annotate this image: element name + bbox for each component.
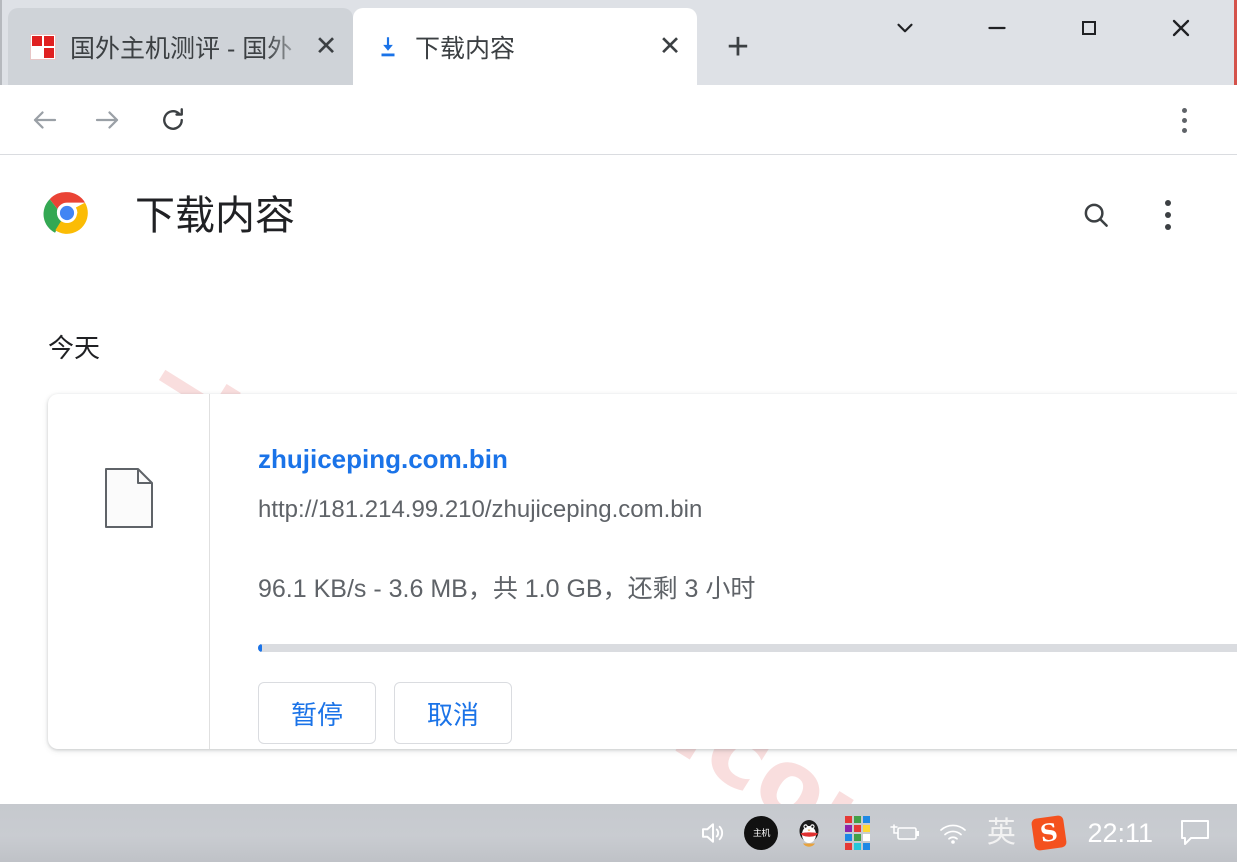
windows-taskbar: 主机 英 S 22:11 <box>0 804 1237 862</box>
battery-icon[interactable] <box>881 804 929 862</box>
color-grid-icon[interactable] <box>833 804 881 862</box>
download-progress-bar <box>258 644 1237 652</box>
downloads-page-header: 下载内容 <box>0 156 1237 266</box>
forward-arrow-icon[interactable] <box>84 97 130 143</box>
menu-dot <box>1165 200 1171 206</box>
zhuji-badge-label: 主机 <box>752 827 771 838</box>
download-progress-fill <box>258 644 262 652</box>
download-source-url: http://181.214.99.210/zhujiceping.com.bi… <box>258 496 703 523</box>
chrome-logo-icon <box>42 188 92 238</box>
menu-dot <box>1165 212 1171 218</box>
download-status-text: 96.1 KB/s - 3.6 MB，共 1.0 GB，还剩 3 小时 <box>258 575 756 603</box>
menu-dot <box>1181 117 1187 123</box>
back-arrow-icon[interactable] <box>22 97 68 143</box>
wifi-icon[interactable] <box>929 804 977 862</box>
maximize-icon[interactable] <box>1043 4 1135 52</box>
minimize-icon[interactable] <box>951 4 1043 52</box>
system-tray: 主机 英 S 22:11 <box>689 804 1237 862</box>
browser-window: 国外主机测评 - 国外 ✕ 下载内容 ✕ + 下载内容 今天 zhujicepi… <box>0 0 1237 862</box>
tab-downloads[interactable]: 下载内容 ✕ <box>353 8 697 85</box>
taskbar-clock[interactable]: 22:11 <box>1073 818 1171 849</box>
generic-file-icon <box>105 468 153 528</box>
pause-button[interactable]: 暂停 <box>258 682 376 744</box>
qq-penguin-icon[interactable] <box>785 804 833 862</box>
sogou-icon[interactable]: S <box>1025 804 1073 862</box>
download-file-name-link[interactable]: zhujiceping.com.bin <box>258 444 508 475</box>
ime-language-label: 英 <box>986 816 1016 849</box>
browser-toolbar: Chrome chrome://downloads <box>0 85 1237 230</box>
cancel-button[interactable]: 取消 <box>394 682 512 744</box>
tab-title-downloads: 下载内容 <box>415 34 516 63</box>
tab-close-downloads-button[interactable]: ✕ <box>653 30 687 64</box>
page-title: 下载内容 <box>135 194 295 238</box>
tab-title-site: 国外主机测评 - 国外 <box>70 34 293 63</box>
sogou-label: S <box>1038 816 1060 849</box>
tab-site[interactable]: 国外主机测评 - 国外 ✕ <box>8 8 353 85</box>
downloads-menu-three-dot-icon[interactable] <box>1145 192 1191 238</box>
window-edge-left <box>0 0 2 85</box>
browser-menu-three-dot-icon[interactable] <box>1161 97 1207 143</box>
download-action-buttons: 暂停 取消 <box>258 682 512 744</box>
zhuji-badge-icon[interactable]: 主机 <box>737 804 785 862</box>
site-favicon-icon <box>30 33 56 60</box>
tab-close-site-button[interactable]: ✕ <box>309 30 343 64</box>
tab-search-chevron-down-icon[interactable] <box>859 4 951 52</box>
menu-dot <box>1165 224 1171 230</box>
download-icon-column <box>48 394 210 749</box>
download-item-details: zhujiceping.com.bin http://181.214.99.21… <box>258 394 1237 749</box>
window-controls <box>859 4 1227 52</box>
volume-icon[interactable] <box>689 804 737 862</box>
downloads-page: zhujiceping.com 下载内容 <box>0 156 1237 804</box>
tab-strip: 国外主机测评 - 国外 ✕ 下载内容 ✕ + <box>0 0 1237 85</box>
notification-icon[interactable] <box>1171 804 1219 862</box>
download-item-card: zhujiceping.com.bin http://181.214.99.21… <box>48 394 1237 749</box>
day-group-header: 今天 <box>48 333 101 363</box>
download-icon <box>375 34 401 60</box>
search-icon[interactable] <box>1073 192 1119 238</box>
menu-dot <box>1181 127 1187 133</box>
close-icon[interactable] <box>1135 4 1227 52</box>
reload-icon[interactable] <box>150 97 196 143</box>
menu-dot <box>1181 107 1187 113</box>
new-tab-button[interactable]: + <box>715 24 761 70</box>
ime-language-icon[interactable]: 英 <box>977 804 1025 862</box>
